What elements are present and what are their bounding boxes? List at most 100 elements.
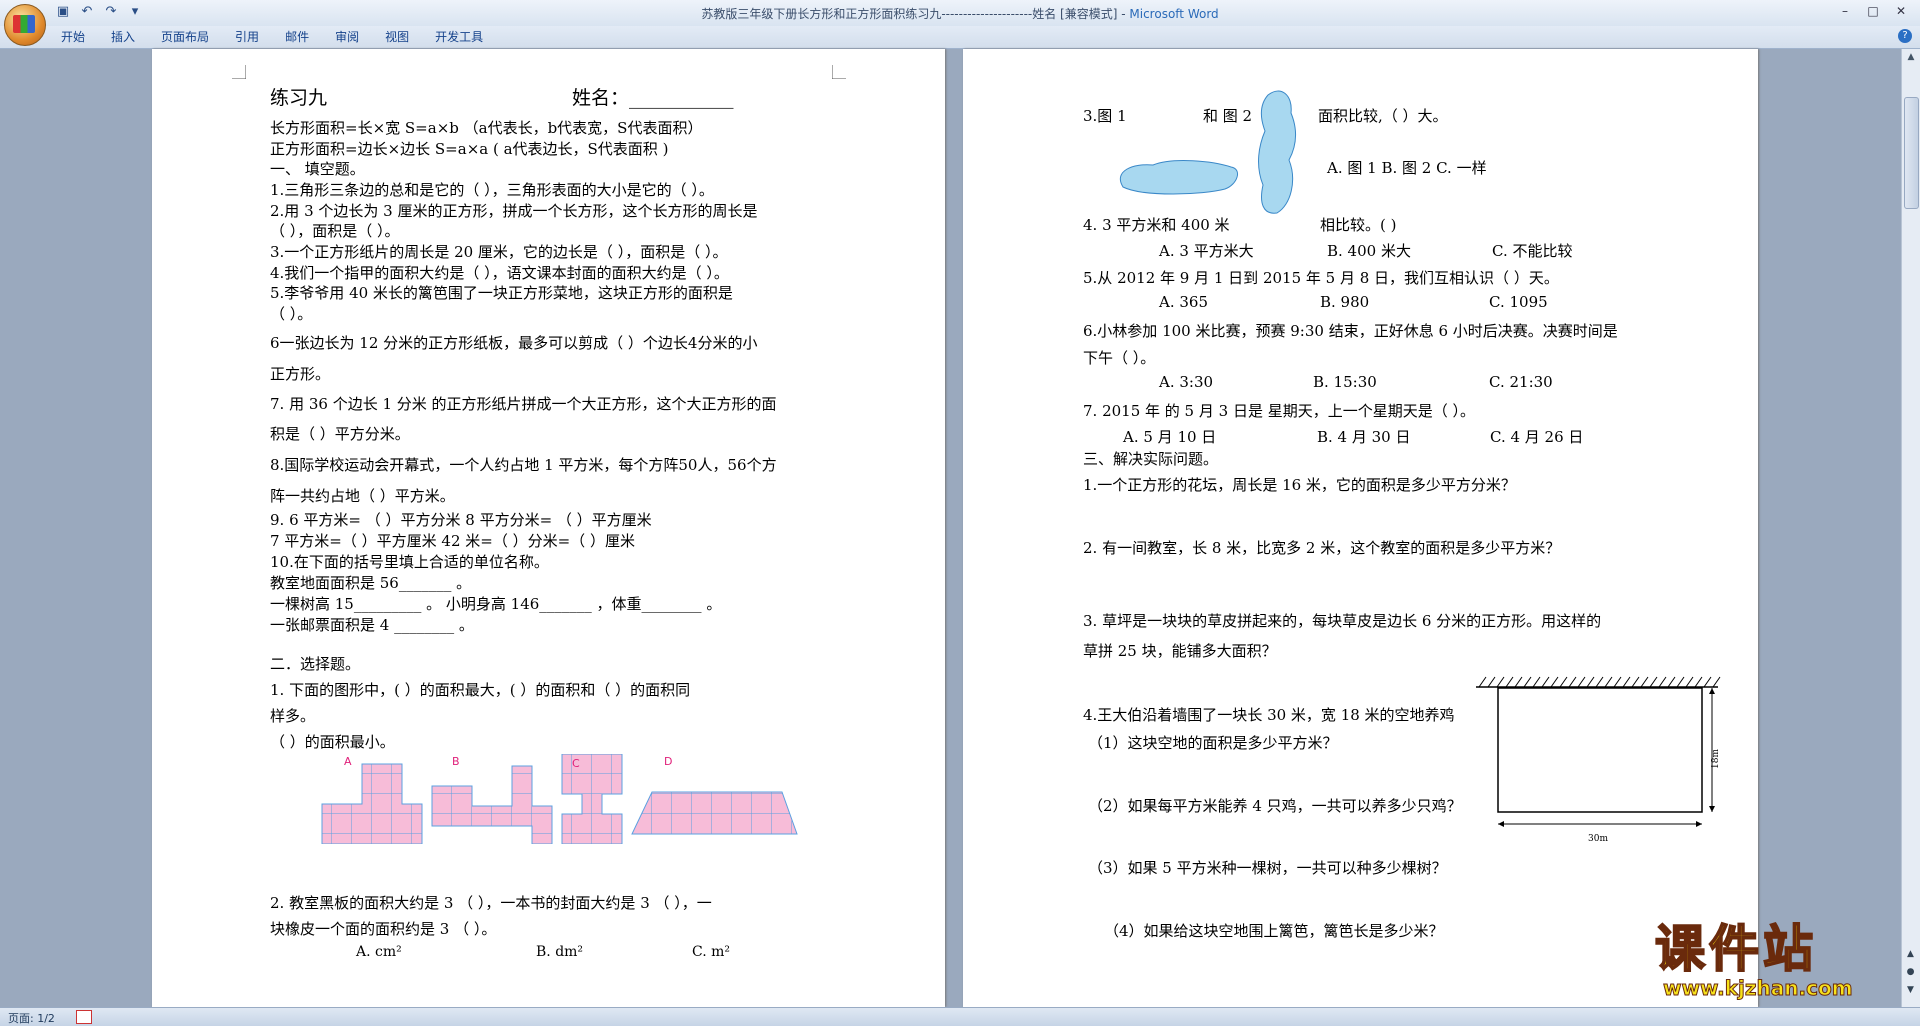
prev-page-icon[interactable]: ▲	[1903, 949, 1918, 963]
tab-mailings[interactable]: 邮件	[272, 29, 322, 45]
wall-hatch-line	[1712, 676, 1721, 688]
page-1[interactable]: 练习九 姓名：___________ 长方形面积=长×宽 S=a×b （a代表长…	[152, 49, 945, 1007]
close-button[interactable]: ✕	[1888, 2, 1914, 20]
page-indicator[interactable]: 页面: 1/2	[8, 1010, 55, 1026]
scroll-thumb[interactable]	[1904, 97, 1919, 209]
tab-references[interactable]: 引用	[222, 29, 272, 45]
vertical-scrollbar[interactable]: ▲ ▲ ● ▼	[1901, 49, 1920, 1007]
wall-hatch-line	[1703, 676, 1712, 688]
dimension-label: 18m	[1711, 749, 1721, 769]
minimize-button[interactable]: –	[1832, 2, 1858, 20]
wall-hatch-line	[1523, 676, 1532, 688]
question-text: 5.从 2012 年 9 月 1 日到 2015 年 5 月 8 日，我们互相认…	[1083, 269, 1559, 287]
section-heading: 一、 填空题。	[270, 160, 365, 178]
question-text: 2. 有一间教室，长 8 米，比宽多 2 米，这个教室的面积是多少平方米？	[1083, 539, 1561, 557]
section-heading: 二．选择题。	[270, 655, 361, 673]
question-text: 4. 3 平方米和 400 米	[1083, 216, 1230, 234]
question-text: 面积比较,（ ）大。	[1318, 107, 1448, 125]
question-text: 正方形。	[270, 365, 331, 383]
question-text: （1）这块空地的面积是多少平方米？	[1088, 734, 1338, 752]
question-text: 1.一个正方形的花坛，周长是 16 米，它的面积是多少平方分米？	[1083, 476, 1516, 494]
tab-insert[interactable]: 插入	[98, 29, 148, 45]
question-text: 样多。	[270, 707, 316, 725]
option-c: C. 4 月 26 日	[1490, 428, 1584, 446]
question-text: 2.用 3 个边长为 3 厘米的正方形，拼成一个长方形，这个长方形的周长是	[270, 202, 758, 220]
question-text: 2. 教室黑板的面积大约是 3 （ ），一本书的封面大约是 3 （ ），一	[270, 894, 712, 912]
crop-mark-icon	[232, 65, 246, 79]
wall-hatch-line	[1667, 676, 1676, 688]
option-b: B. dm²	[536, 944, 584, 960]
wall-hatch-line	[1559, 676, 1568, 688]
app-name: Microsoft Word	[1129, 7, 1219, 21]
wall-hatch-line	[1604, 676, 1613, 688]
ribbon-tabs: 开始 插入 页面布局 引用 邮件 审阅 视图 开发工具	[48, 29, 496, 45]
question-text: 一棵树高 15_________ 。 小明身高 146_______ ，体重__…	[270, 595, 722, 613]
scroll-up-icon[interactable]: ▲	[1902, 49, 1920, 65]
ribbon: 开始 插入 页面布局 引用 邮件 审阅 视图 开发工具 ?	[0, 26, 1920, 49]
question-text: 相比较。( )	[1320, 216, 1397, 234]
wall-hatch-line	[1514, 676, 1523, 688]
question-text: （2）如果每平方米能养 4 只鸡，一共可以养多少只鸡？	[1088, 797, 1462, 815]
figure-label: C	[572, 757, 580, 770]
question-text: 一张邮票面积是 4 ________ 。	[270, 616, 474, 634]
question-text: 7. 用 36 个边长 1 分米 的正方形纸片拼成一个大正方形，这个大正方形的面	[270, 395, 777, 413]
maximize-button[interactable]: □	[1860, 2, 1886, 20]
crop-mark-icon	[832, 65, 846, 79]
tab-view[interactable]: 视图	[372, 29, 422, 45]
help-icon[interactable]: ?	[1898, 29, 1912, 43]
dimension-label: 30m	[1588, 834, 1608, 844]
tab-review[interactable]: 审阅	[322, 29, 372, 45]
exercise-title: 练习九	[270, 87, 328, 109]
formula-rectangle: 长方形面积=长×宽 S=a×b （a代表长，b代表宽，S代表面积）	[270, 119, 703, 137]
question-text: 3. 草坪是一块块的草皮拼起来的，每块草皮是边长 6 分米的正方形。用这样的	[1083, 612, 1602, 630]
wall-hatch-line	[1676, 676, 1685, 688]
question-text: 阵一共约占地（ ）平方米。	[270, 487, 455, 505]
wall-hatch-line	[1685, 676, 1694, 688]
option-b: B. 980	[1320, 293, 1370, 311]
name-field: 姓名：___________	[572, 87, 734, 109]
title-bar: ▣ ↶ ↷ ▾ 苏教版三年级下册长方形和正方形面积练习九------------…	[0, 0, 1920, 46]
wall-hatch-line	[1550, 676, 1559, 688]
question-text: 1.三角形三条边的总和是它的（ ），三角形表面的大小是它的（ ）。	[270, 181, 714, 199]
next-page-icon[interactable]: ▼	[1903, 985, 1918, 999]
site-watermark: 课件站 www.kjzhan.com	[1654, 921, 1905, 1001]
wall-hatch-line	[1649, 676, 1658, 688]
question-text: （4）如果给这块空地围上篱笆，篱笆长是多少米？	[1104, 922, 1444, 940]
wall-hatch-line	[1613, 676, 1622, 688]
figure-label: B	[452, 755, 460, 768]
question-text: （ ）的面积最小。	[270, 733, 395, 751]
office-button[interactable]	[4, 4, 46, 46]
wall-hatch-line	[1505, 676, 1514, 688]
office-logo-icon	[13, 15, 35, 33]
section-heading: 三、解决实际问题。	[1083, 450, 1219, 468]
proofing-icon[interactable]	[76, 1010, 92, 1024]
page-2[interactable]: 3.图 1 和 图 2 面积比较,（ ）大。 A. 图 1 B. 图 2 C. …	[963, 49, 1758, 1007]
tab-developer[interactable]: 开发工具	[422, 29, 496, 45]
question-text: 草拼 25 块，能铺多大面积？	[1083, 642, 1277, 660]
formula-square: 正方形面积=边长×边长 S=a×a ( a代表边长，S代表面积 )	[270, 140, 669, 158]
option-a: A. cm²	[356, 944, 402, 960]
question-text: （ ），面积是（ ）。	[270, 222, 400, 240]
option-a: A. 3:30	[1159, 373, 1214, 391]
wall-hatch-line	[1631, 676, 1640, 688]
question-text: 7. 2015 年 的 5 月 3 日是 星期天，上一个星期天是（ ）。	[1083, 402, 1475, 420]
option-b: B. 400 米大	[1327, 242, 1411, 260]
question-text: 3.一个正方形纸片的周长是 20 厘米，它的边长是（ ），面积是（ ）。	[270, 243, 728, 261]
wall-hatch-line	[1487, 676, 1496, 688]
wall-hatch-line	[1658, 676, 1667, 688]
window-controls: – □ ✕	[1832, 2, 1914, 20]
wall-hatch-line	[1640, 676, 1649, 688]
wall-hatch-line	[1586, 676, 1595, 688]
select-browse-icon[interactable]: ●	[1903, 967, 1918, 981]
question-text: 6.小林参加 100 米比赛，预赛 9:30 结束，正好休息 6 小时后决赛。决…	[1083, 322, 1618, 340]
tab-home[interactable]: 开始	[48, 29, 98, 45]
question-text: （3）如果 5 平方米种一棵树，一共可以种多少棵树？	[1088, 859, 1447, 877]
wall-hatch-line	[1577, 676, 1586, 688]
question-text: 6一张边长为 12 分米的正方形纸板，最多可以剪成（ ）个边长4分米的小	[270, 334, 758, 352]
wall-hatch-line	[1568, 676, 1577, 688]
question-text: 8.国际学校运动会开幕式，一个人约占地 1 平方米，每个方阵50人，56个方	[270, 456, 777, 474]
grid-shapes-figure	[321, 754, 798, 844]
tab-page-layout[interactable]: 页面布局	[148, 29, 222, 45]
option-a: A. 365	[1159, 293, 1208, 311]
option-a: A. 3 平方米大	[1159, 242, 1254, 260]
